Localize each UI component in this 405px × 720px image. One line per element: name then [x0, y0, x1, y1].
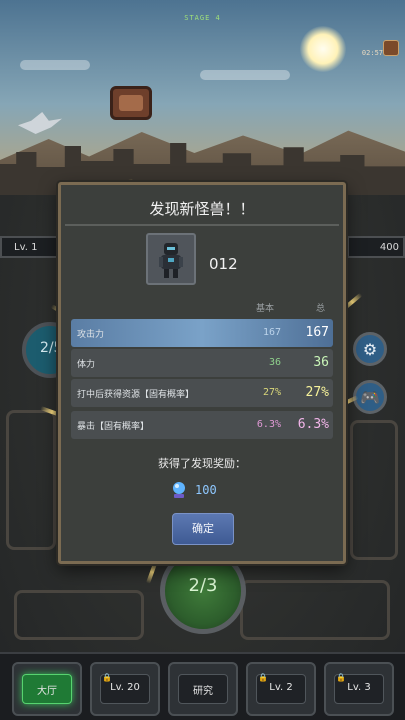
rail-track: [14, 590, 144, 640]
stage-label: STAGE 4: [184, 14, 221, 22]
stat-total: 27%: [305, 385, 329, 400]
stat-total: 6.3%: [297, 417, 329, 432]
nav-locked-lv2[interactable]: 🔒 Lv. 2: [246, 662, 316, 716]
resource-value: 400: [379, 242, 399, 253]
lock-icon: 🔒: [336, 673, 346, 682]
nav-label: Lv. 3: [347, 682, 371, 693]
player-level-panel: Lv. 1: [0, 236, 58, 258]
nav-label: 研究: [193, 686, 213, 697]
stat-row-crit-chance: 暴击【固有概率】 6.3% 6.3%: [71, 411, 333, 439]
title-divider: [65, 224, 339, 226]
nav-research[interactable]: 研究: [168, 662, 238, 716]
column-header-base: 基本: [256, 304, 275, 314]
stat-name: 体力: [77, 360, 96, 370]
monster-id: 012: [209, 255, 238, 273]
stat-name: 攻击力: [77, 330, 105, 340]
stat-name: 打中后获得资源【固有概率】: [77, 390, 195, 400]
stat-base: 6.3%: [256, 419, 281, 430]
stat-row-stamina: 体力 36 36: [71, 349, 333, 377]
knight-icon: [159, 243, 183, 278]
stat-name: 暴击【固有概率】: [77, 422, 150, 432]
rail-track: [350, 420, 398, 560]
rail-track: [6, 410, 56, 550]
reward-amount: 100: [195, 483, 217, 497]
nav-lobby[interactable]: 大厅: [12, 662, 82, 716]
stat-total: 36: [313, 355, 329, 370]
column-header-total: 总: [316, 304, 326, 314]
cloud: [200, 70, 290, 80]
player-level: Lv. 1: [14, 242, 38, 253]
reward-label: 获得了发现奖励：: [158, 457, 246, 470]
nav-locked-lv3[interactable]: 🔒 Lv. 3: [324, 662, 394, 716]
lock-icon: 🔒: [258, 673, 268, 682]
resource-panel: 400: [347, 236, 405, 258]
nav-label: Lv. 20: [110, 682, 140, 693]
nav-label: 大厅: [37, 686, 57, 697]
stat-row-resource-chance: 打中后获得资源【固有概率】 27% 27%: [71, 379, 333, 407]
cloud: [20, 60, 90, 70]
stat-row-attack: 攻击力 167 167: [71, 319, 333, 347]
gamepad-icon: 🎮: [360, 387, 380, 407]
timer: 02:57: [361, 49, 383, 57]
monster-portrait: [146, 233, 196, 285]
nav-label: Lv. 2: [269, 682, 293, 693]
gear-icon: ⚙: [362, 339, 378, 359]
sun: [300, 26, 346, 72]
nav-locked-lv20[interactable]: 🔒 Lv. 20: [90, 662, 160, 716]
lock-icon: 🔒: [102, 673, 112, 682]
gem-icon: [173, 482, 185, 498]
gift-button[interactable]: [383, 40, 399, 56]
stat-total: 167: [305, 325, 329, 340]
confirm-button[interactable]: 确定: [172, 513, 234, 545]
rail-track: [240, 580, 390, 640]
dialog-title: 发现新怪兽！！: [149, 200, 255, 218]
bottom-nav: 大厅 🔒 Lv. 20 研究 🔒 Lv. 2 🔒 Lv. 3: [0, 652, 405, 720]
stat-base: 36: [268, 357, 281, 368]
new-monster-dialog: 发现新怪兽！！ 012 基本 总 攻击力 167 167 体力 36 36 打中…: [58, 182, 346, 564]
tv-monster-enemy: [110, 86, 152, 120]
center-gauge-value: 2/3: [188, 575, 218, 596]
settings-button[interactable]: ⚙: [353, 332, 387, 366]
stat-base: 167: [262, 327, 281, 338]
stat-base: 27%: [262, 387, 281, 398]
